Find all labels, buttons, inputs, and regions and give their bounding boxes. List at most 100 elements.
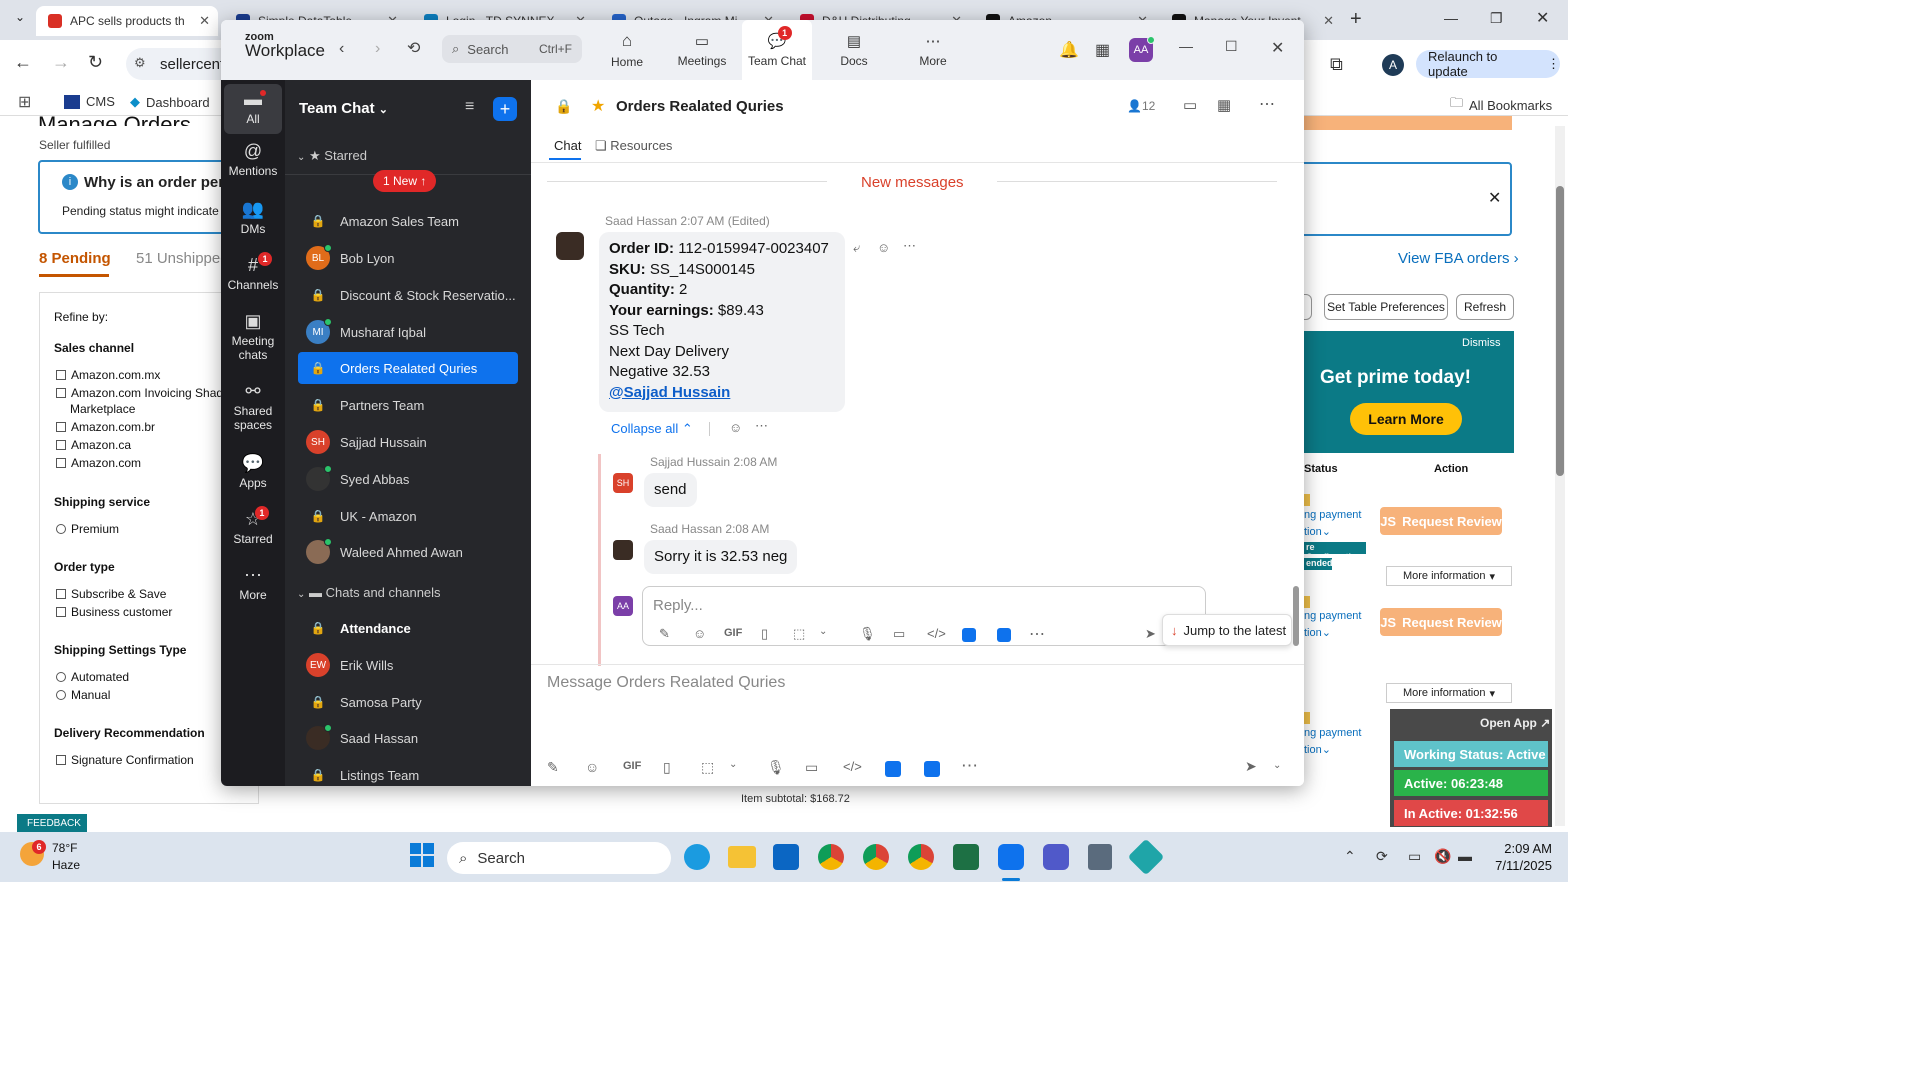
- forward-icon[interactable]: →: [52, 52, 70, 73]
- close-icon[interactable]: ✕: [1271, 38, 1284, 58]
- windows-start-icon[interactable]: [410, 843, 434, 867]
- tab-pending[interactable]: 8 Pending: [39, 250, 111, 267]
- row-status-link[interactable]: ng payment: [1304, 610, 1361, 622]
- zoom-taskbar-icon[interactable]: [998, 844, 1024, 870]
- add-reaction-icon[interactable]: ☺: [877, 240, 890, 255]
- chrome-icon[interactable]: [818, 844, 844, 870]
- rail-meeting-chats[interactable]: ▣ Meeting chats: [221, 312, 285, 362]
- app-icon[interactable]: [997, 628, 1011, 642]
- all-bookmarks[interactable]: 🗀 All Bookmarks: [1450, 94, 1552, 116]
- forward-icon[interactable]: ›: [375, 40, 380, 58]
- channel-attendance[interactable]: 🔒 Attendance: [298, 612, 518, 644]
- code-icon[interactable]: </>: [927, 626, 946, 641]
- request-review-button[interactable]: JS Request Review: [1380, 608, 1502, 636]
- new-messages-pill[interactable]: 1 New ↑: [373, 170, 437, 192]
- app-icon[interactable]: [924, 761, 940, 777]
- excel-icon[interactable]: [953, 844, 979, 870]
- file-icon[interactable]: ▯: [663, 759, 671, 776]
- calculator-icon[interactable]: [1088, 844, 1112, 870]
- bell-icon[interactable]: 🔔: [1059, 40, 1079, 60]
- nav-meetings[interactable]: ▭ Meetings: [667, 20, 737, 80]
- sync-icon[interactable]: ⟳: [1376, 848, 1388, 865]
- site-info-icon[interactable]: ⚙: [134, 55, 146, 71]
- tab-resources[interactable]: ❏ Resources: [595, 138, 672, 154]
- premium-option[interactable]: Premium: [56, 522, 119, 536]
- temperature[interactable]: 78°F: [52, 841, 77, 855]
- row-status-link[interactable]: tion⌄: [1304, 525, 1331, 538]
- restore-icon[interactable]: ❐: [1490, 10, 1503, 27]
- emoji-icon[interactable]: ☺: [585, 759, 599, 775]
- edge-icon[interactable]: [684, 844, 710, 870]
- dm-bob-lyon[interactable]: BL Bob Lyon: [298, 242, 518, 274]
- channel-option[interactable]: Amazon.com Invoicing Shado: [56, 386, 230, 400]
- code-icon[interactable]: </>: [843, 759, 862, 774]
- signature-option[interactable]: Signature Confirmation: [56, 753, 194, 767]
- teams-icon[interactable]: [1043, 844, 1069, 870]
- send-icon[interactable]: ➤: [1145, 626, 1156, 642]
- add-reaction-icon[interactable]: ☺: [729, 420, 742, 435]
- rail-dms[interactable]: 👥 DMs: [221, 200, 285, 236]
- tab-chat[interactable]: Chat: [554, 138, 581, 153]
- row-status-link[interactable]: tion⌄: [1304, 626, 1331, 639]
- reply-bubble[interactable]: Sorry it is 32.53 neg: [644, 540, 798, 574]
- more-icon[interactable]: ⋯: [1029, 624, 1045, 644]
- extensions-icon[interactable]: ⧉: [1330, 54, 1343, 75]
- screenshot-icon[interactable]: ⬚: [701, 759, 714, 776]
- network-icon[interactable]: ▭: [1408, 848, 1421, 865]
- dm-syed-abbas[interactable]: Syed Abbas: [298, 463, 518, 495]
- minimize-icon[interactable]: —: [1179, 38, 1193, 54]
- rail-mentions[interactable]: @ Mentions: [221, 142, 285, 178]
- outlook-icon[interactable]: [773, 844, 799, 870]
- feedback-button[interactable]: FEEDBACK ✕: [17, 814, 94, 832]
- page-scrollbar[interactable]: [1555, 126, 1565, 826]
- avatar-saad-hassan[interactable]: [556, 232, 584, 260]
- calendar-icon[interactable]: ▦: [1217, 96, 1231, 114]
- channel-discount[interactable]: 🔒 Discount & Stock Reservatio...: [298, 279, 518, 311]
- dropdown-edge[interactable]: [1304, 294, 1312, 320]
- chrome-icon[interactable]: [908, 844, 934, 870]
- back-icon[interactable]: ‹: [339, 40, 344, 58]
- rail-starred[interactable]: ☆ 1 Starred: [221, 506, 285, 546]
- channel-option[interactable]: Amazon.ca: [56, 438, 131, 452]
- sender-name[interactable]: Saad Hassan: [605, 214, 677, 228]
- new-chat-button[interactable]: +: [493, 97, 517, 121]
- volume-icon[interactable]: 🔇: [1434, 848, 1451, 865]
- jump-to-latest-button[interactable]: ↓ Jump to the latest: [1162, 614, 1292, 646]
- order-type-option[interactable]: Business customer: [56, 605, 172, 619]
- reload-icon[interactable]: ↻: [88, 52, 103, 73]
- taskbar-search[interactable]: ⌕ Search: [447, 842, 671, 874]
- message-bubble[interactable]: Order ID: 112-0159947-0023407 SKU: SS_14…: [599, 232, 845, 412]
- row-status-link[interactable]: ng payment: [1304, 509, 1361, 521]
- close-window-icon[interactable]: ✕: [1536, 8, 1549, 28]
- screenshot-icon[interactable]: ⬚: [793, 626, 805, 642]
- open-app-link[interactable]: Open App ↗: [1480, 716, 1550, 730]
- member-count[interactable]: 👤12: [1127, 99, 1155, 113]
- close-notice-icon[interactable]: ✕: [1488, 188, 1501, 208]
- tab-close-icon[interactable]: ✕: [199, 13, 210, 29]
- bookmark-dashboard[interactable]: ◆ Dashboard: [130, 94, 210, 110]
- tray-chevron-icon[interactable]: ⌃: [1344, 848, 1356, 865]
- video-call-icon[interactable]: ▭: [1183, 96, 1197, 114]
- mention-link[interactable]: @Sajjad Hussain: [609, 383, 835, 404]
- more-icon[interactable]: ⋯: [961, 756, 978, 776]
- gif-icon[interactable]: GIF: [724, 627, 742, 639]
- star-icon[interactable]: ★: [591, 96, 605, 116]
- rail-apps[interactable]: 💬 Apps: [221, 454, 285, 490]
- prime-dismiss[interactable]: Dismiss: [1462, 337, 1501, 349]
- chat-scrollbar-thumb[interactable]: [1293, 586, 1299, 646]
- list-title[interactable]: Team Chat ⌄: [299, 100, 388, 117]
- settings-option[interactable]: Automated: [56, 670, 129, 684]
- bookmark-cms[interactable]: CMS: [64, 94, 115, 109]
- dm-erik-wills[interactable]: EW Erik Wills: [298, 649, 518, 681]
- app-icon[interactable]: [885, 761, 901, 777]
- weather-condition[interactable]: Haze: [52, 858, 80, 872]
- browser-tab[interactable]: APC sells products th ✕: [36, 6, 218, 36]
- filter-icon[interactable]: ≡: [465, 98, 474, 116]
- channel-orders-realated-quries[interactable]: 🔒 Orders Realated Quries: [298, 352, 518, 384]
- reply-icon[interactable]: ⤶: [853, 240, 860, 256]
- settings-option[interactable]: Manual: [56, 688, 110, 702]
- rail-more[interactable]: ⋯ More: [221, 566, 285, 602]
- app-diamond-icon[interactable]: [1127, 838, 1165, 876]
- channel-option[interactable]: Amazon.com.mx: [56, 368, 160, 382]
- file-icon[interactable]: ▯: [761, 626, 768, 642]
